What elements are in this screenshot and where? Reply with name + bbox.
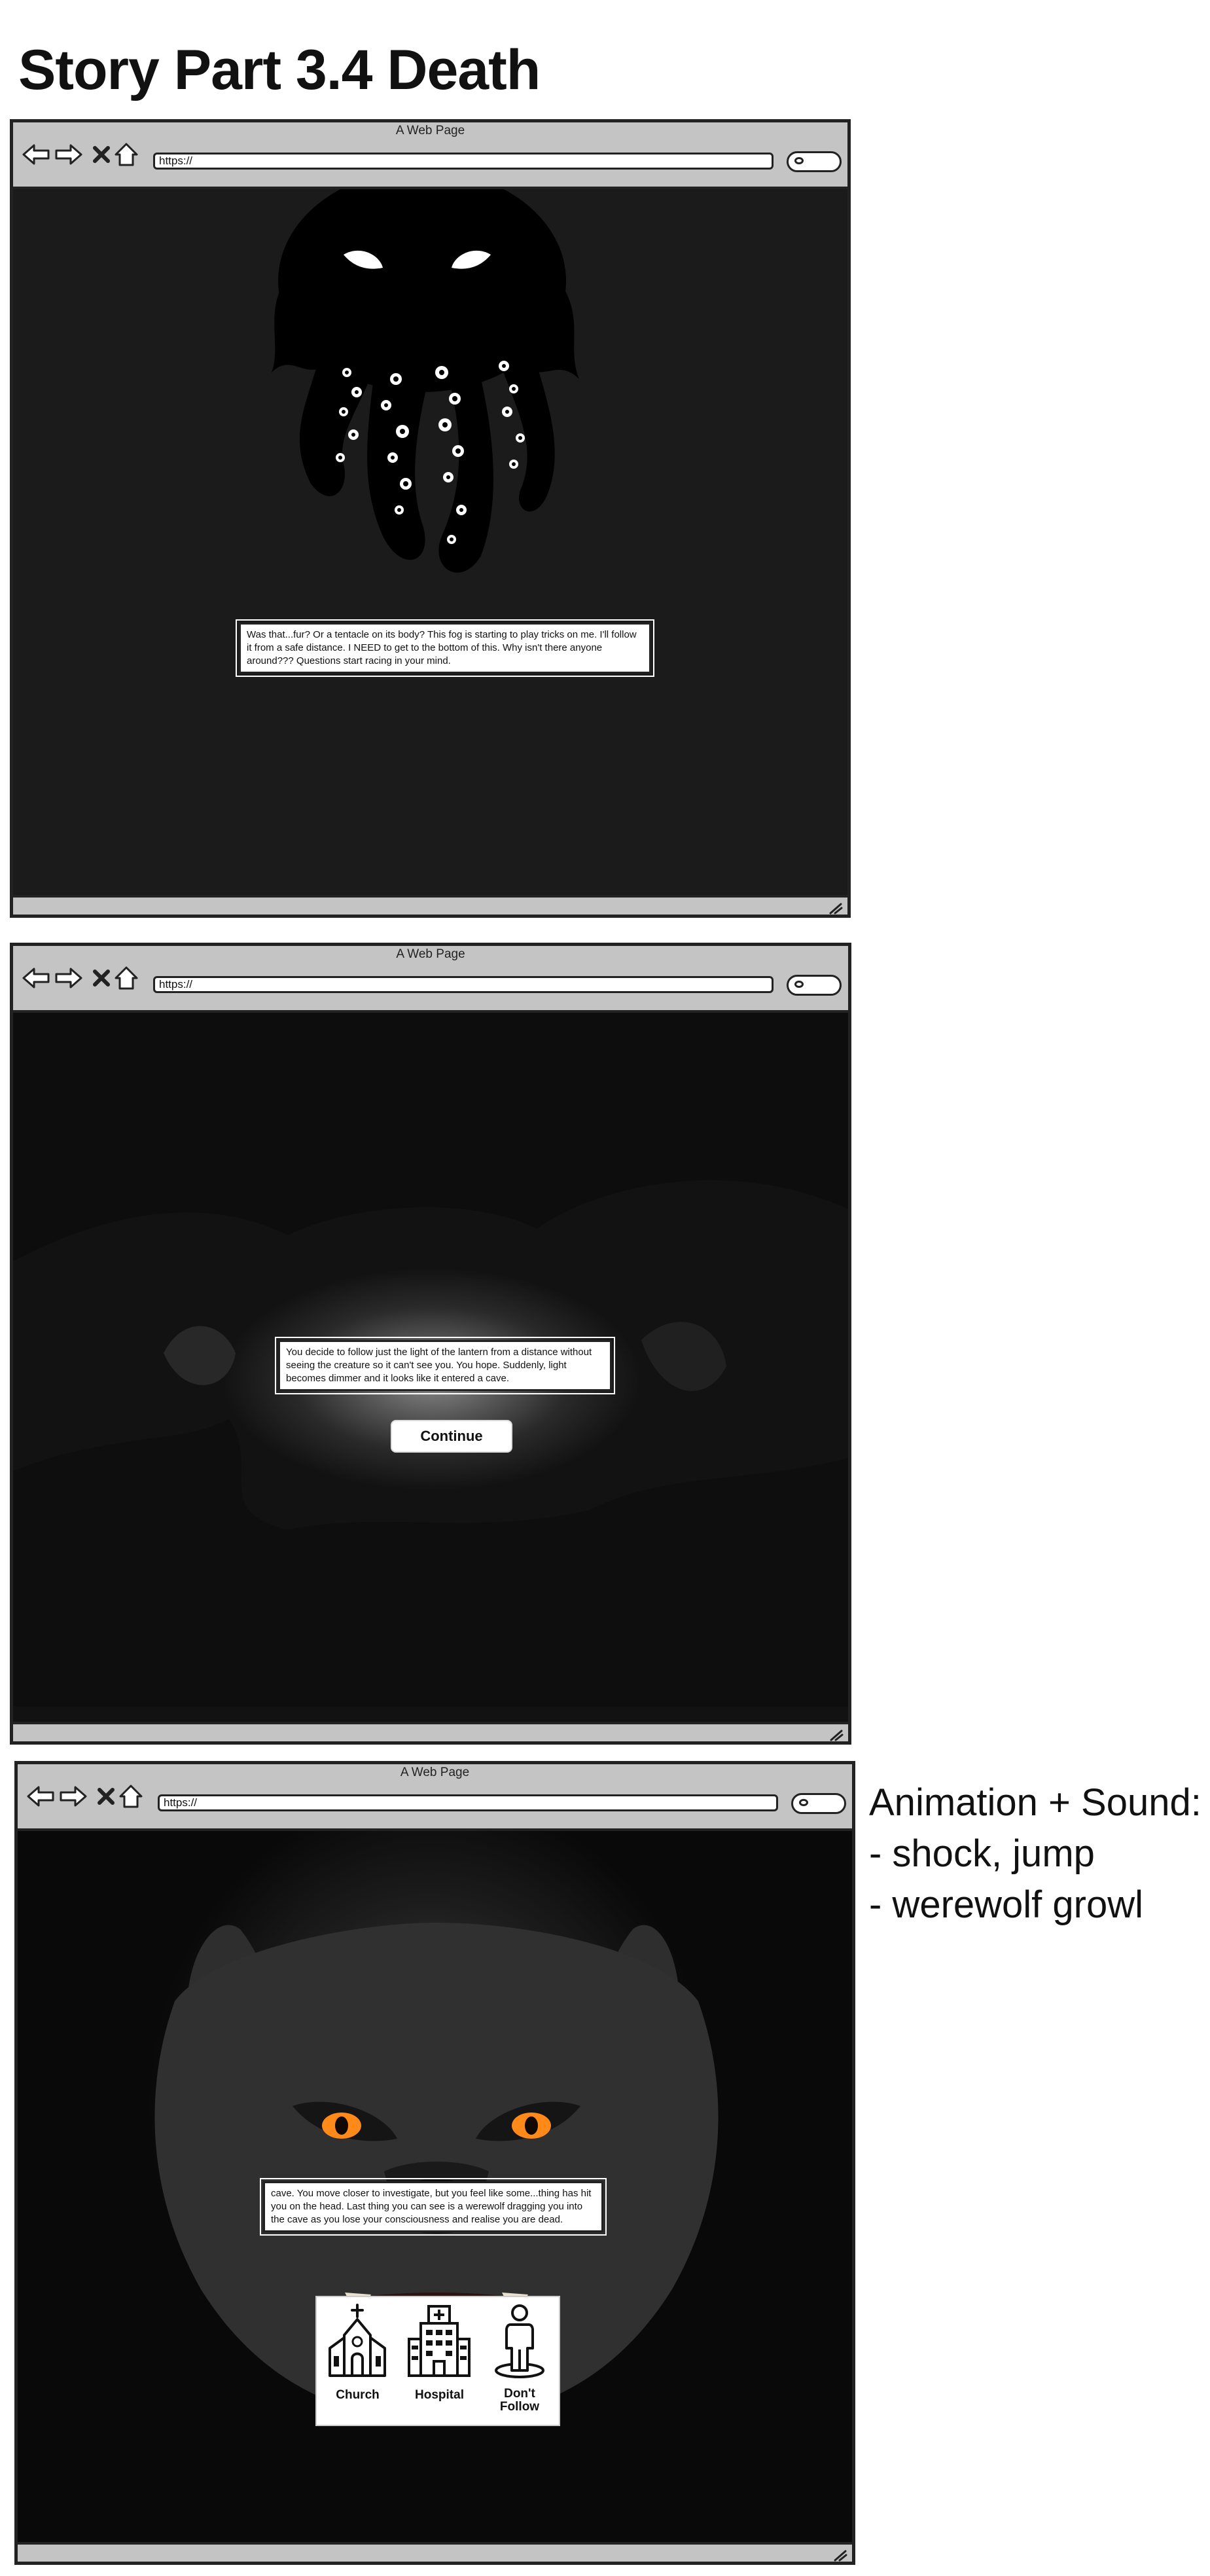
resize-grip-icon[interactable] (827, 900, 844, 915)
window-title: A Web Page (395, 124, 465, 137)
hospital-icon (408, 2305, 471, 2377)
choice-hospital[interactable]: Hospital (399, 2297, 480, 2422)
annotation-title: Animation + Sound: (869, 1781, 1201, 1824)
story-text-box: You decide to follow just the light of t… (275, 1337, 615, 1394)
tentacle-creature-icon (272, 189, 579, 573)
choice-label: Don't Follow (499, 2387, 540, 2414)
search-button[interactable] (787, 151, 842, 172)
choices-panel: Church Hospital Don't Follow (315, 2296, 560, 2426)
window-title: A Web Page (396, 947, 465, 961)
cave-background: You decide to follow just the light of t… (13, 1013, 848, 1722)
status-bar (18, 2542, 852, 2562)
back-arrow-icon[interactable] (26, 1781, 56, 1811)
home-icon[interactable] (111, 963, 141, 993)
choice-label: Hospital (415, 2388, 464, 2402)
home-icon[interactable] (111, 139, 141, 170)
choice-label: Church (336, 2388, 380, 2402)
search-button[interactable] (787, 975, 842, 996)
forward-arrow-icon[interactable] (58, 1781, 88, 1811)
choice-church[interactable]: Church (317, 2297, 399, 2422)
status-bar (13, 895, 847, 915)
resize-grip-icon[interactable] (831, 2547, 848, 2562)
page-viewport: Was that...fur? Or a tentacle on its bod… (13, 189, 847, 895)
url-input[interactable]: https:// (158, 1794, 778, 1811)
story-text-box: Was that...fur? Or a tentacle on its bod… (236, 619, 654, 677)
search-icon (794, 157, 804, 164)
page-title: Story Part 3.4 Death (18, 39, 541, 101)
browser-window-1: A Web Page https:// Was that...fur? Or a… (10, 119, 851, 918)
browser-window-2: A Web Page https:// You decide to follow… (10, 943, 851, 1745)
werewolf-background: cave. You move closer to investigate, bu… (18, 1831, 852, 2542)
back-arrow-icon[interactable] (21, 139, 51, 170)
window-title: A Web Page (400, 1766, 470, 1779)
url-input[interactable]: https:// (153, 153, 774, 170)
browser-toolbar: A Web Page https:// (13, 122, 847, 189)
annotation-item: - werewolf growl (869, 1883, 1143, 1926)
resize-grip-icon[interactable] (827, 1727, 844, 1741)
search-icon (799, 1799, 808, 1806)
story-text-box: cave. You move closer to investigate, bu… (260, 2178, 607, 2236)
annotation-note: Animation + Sound: - shock, jump - werew… (869, 1777, 1201, 1931)
standing-person-icon (495, 2304, 544, 2378)
choice-dont-follow[interactable]: Don't Follow (480, 2297, 559, 2422)
back-arrow-icon[interactable] (21, 963, 51, 993)
home-icon[interactable] (116, 1781, 146, 1811)
url-input[interactable]: https:// (153, 976, 774, 993)
browser-window-3: A Web Page https:// cave. You move close… (14, 1761, 855, 2565)
annotation-item: - shock, jump (869, 1832, 1095, 1875)
browser-toolbar: A Web Page https:// (18, 1764, 852, 1831)
browser-toolbar: A Web Page https:// (13, 946, 848, 1013)
search-icon (794, 981, 804, 988)
status-bar (13, 1722, 848, 1741)
forward-arrow-icon[interactable] (54, 963, 84, 993)
continue-button[interactable]: Continue (391, 1420, 512, 1453)
church-icon (329, 2304, 386, 2377)
search-button[interactable] (791, 1793, 846, 1814)
forward-arrow-icon[interactable] (54, 139, 84, 170)
